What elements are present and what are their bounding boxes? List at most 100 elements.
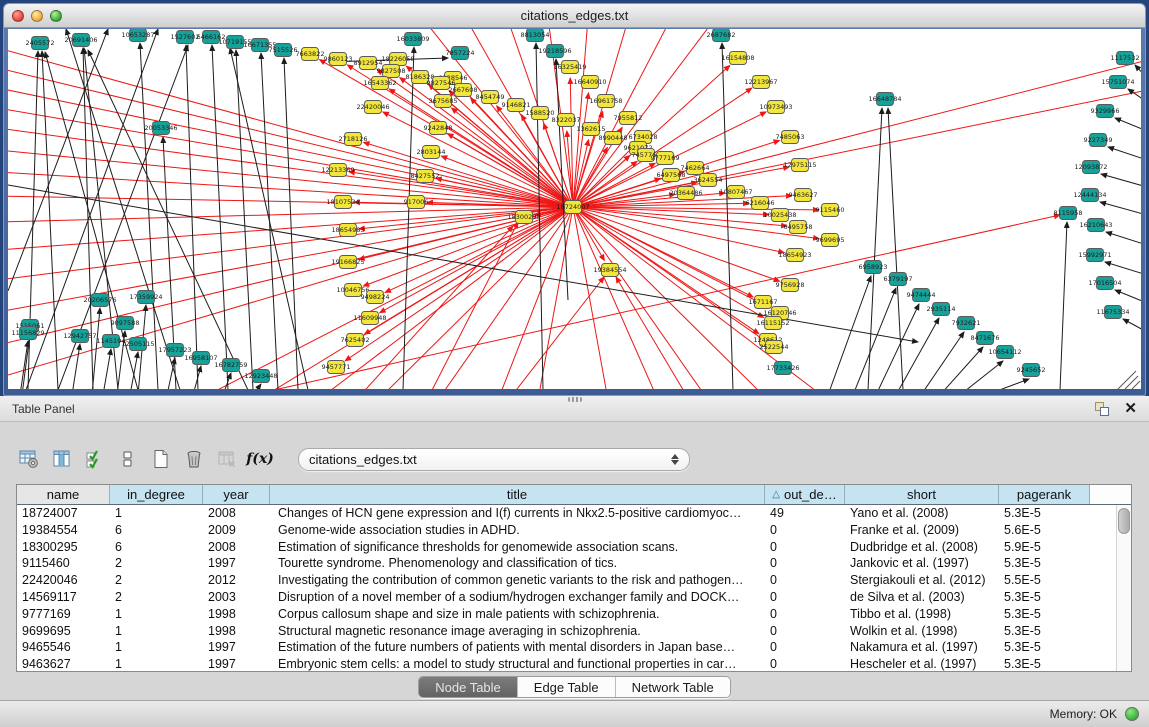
network-node[interactable]: 2803144 bbox=[417, 146, 446, 159]
network-node[interactable]: 9777169 bbox=[651, 152, 680, 165]
resize-corner-icon[interactable] bbox=[1118, 371, 1140, 389]
network-node[interactable]: 6216046 bbox=[746, 197, 775, 210]
network-node[interactable]: 20053346 bbox=[144, 122, 177, 135]
network-node[interactable]: 917006 bbox=[404, 196, 429, 209]
network-node[interactable]: 10807467 bbox=[719, 186, 752, 199]
table-row[interactable]: 1872400712008Changes of HCN gene express… bbox=[17, 505, 1131, 522]
network-node[interactable]: 12093872 bbox=[1074, 161, 1107, 174]
network-canvas[interactable]: 1872400798601238912954182260589827508165… bbox=[8, 29, 1141, 389]
network-node[interactable]: 15751074 bbox=[1101, 76, 1134, 89]
network-node[interactable]: 9860123 bbox=[324, 53, 353, 66]
table-row[interactable]: 946554611997Estimation of the future num… bbox=[17, 639, 1131, 656]
network-view[interactable]: 1872400798601238912954182260589827508165… bbox=[8, 29, 1141, 389]
network-node[interactable]: 17016504 bbox=[1088, 277, 1121, 290]
column-header-name[interactable]: name bbox=[17, 485, 110, 504]
network-node[interactable]: 16210643 bbox=[1079, 219, 1112, 232]
new-table-button[interactable] bbox=[148, 446, 174, 472]
table-row[interactable]: 2242004622012Investigating the contribut… bbox=[17, 572, 1131, 589]
zoom-window-icon[interactable] bbox=[50, 10, 62, 22]
network-node[interactable]: 1117532 bbox=[1111, 52, 1140, 65]
network-node[interactable]: 16154808 bbox=[721, 52, 754, 65]
delete-rows-button[interactable] bbox=[181, 446, 207, 472]
table-row[interactable]: 1830029562008Estimation of significance … bbox=[17, 539, 1131, 556]
network-node[interactable]: 9115460 bbox=[816, 204, 845, 217]
network-node[interactable]: 18654923 bbox=[778, 249, 811, 262]
network-node[interactable]: 2687682 bbox=[707, 29, 736, 42]
network-node[interactable]: 11156829 bbox=[11, 327, 44, 340]
network-node[interactable]: 9756928 bbox=[776, 279, 805, 292]
minimize-window-icon[interactable] bbox=[31, 10, 43, 22]
column-header-out_degree[interactable]: △out_de… bbox=[765, 485, 845, 504]
network-node[interactable]: 15992971 bbox=[1078, 249, 1111, 262]
tab-network-table[interactable]: Network Table bbox=[616, 677, 730, 697]
network-node[interactable]: 19218596 bbox=[538, 45, 571, 58]
network-node[interactable]: 12213369 bbox=[321, 164, 354, 177]
network-node[interactable]: 9242848 bbox=[424, 122, 453, 135]
tab-node-table[interactable]: Node Table bbox=[419, 677, 518, 697]
network-node[interactable]: 9474444 bbox=[907, 289, 936, 302]
column-visibility-button[interactable] bbox=[49, 446, 75, 472]
network-node[interactable]: 12975115 bbox=[783, 159, 816, 172]
network-node[interactable]: 18107534 bbox=[326, 196, 359, 209]
network-node[interactable]: 16115152 bbox=[756, 317, 789, 330]
network-node[interactable]: 9498224 bbox=[361, 291, 390, 304]
close-panel-icon[interactable]: ✕ bbox=[1124, 401, 1137, 417]
network-node[interactable]: 16325419 bbox=[553, 61, 586, 74]
network-node[interactable]: 7932621 bbox=[952, 317, 981, 330]
network-node[interactable]: 12213967 bbox=[744, 76, 777, 89]
network-node[interactable]: 20206576 bbox=[83, 294, 116, 307]
network-node[interactable]: 16958107 bbox=[184, 352, 217, 365]
network-node[interactable]: 8454749 bbox=[476, 91, 505, 104]
function-builder-button[interactable]: f(x) bbox=[247, 446, 273, 472]
network-node[interactable]: 19166825 bbox=[331, 256, 364, 269]
column-header-title[interactable]: title bbox=[270, 485, 765, 504]
network-node[interactable]: 8471676 bbox=[971, 332, 1000, 345]
network-node[interactable]: 8990448 bbox=[599, 132, 628, 145]
network-node[interactable]: 6379197 bbox=[884, 273, 913, 286]
network-node[interactable]: 11675334 bbox=[1096, 306, 1129, 319]
network-node[interactable]: 19384554 bbox=[593, 264, 626, 277]
row-options-button[interactable] bbox=[115, 446, 141, 472]
network-node[interactable]: 16782759 bbox=[214, 359, 247, 372]
network-node[interactable]: 2405572 bbox=[26, 37, 55, 50]
network-node[interactable]: 8115958 bbox=[1054, 207, 1083, 220]
network-node[interactable]: 9227349 bbox=[1084, 134, 1113, 147]
network-node[interactable]: 9699695 bbox=[816, 234, 845, 247]
table-row[interactable]: 977716911998Corpus callosum shape and si… bbox=[17, 606, 1131, 623]
network-node[interactable]: 18226058 bbox=[381, 53, 414, 66]
column-header-short[interactable]: short bbox=[845, 485, 999, 504]
scrollbar-thumb[interactable] bbox=[1118, 508, 1130, 534]
table-row[interactable]: 969969511998Structural magnetic resonanc… bbox=[17, 623, 1131, 640]
network-node[interactable]: 20691406 bbox=[64, 34, 97, 47]
network-node[interactable]: 9097588 bbox=[111, 317, 140, 330]
network-node[interactable]: 8813054 bbox=[521, 29, 550, 42]
table-row[interactable]: 911546021997Tourette syndrome. Phenomeno… bbox=[17, 555, 1131, 572]
column-header-pagerank[interactable]: pagerank bbox=[999, 485, 1090, 504]
network-node[interactable]: 9457771 bbox=[322, 361, 351, 374]
network-node[interactable]: 16961758 bbox=[589, 95, 622, 108]
split-divider-grip[interactable] bbox=[568, 397, 582, 402]
column-header-year[interactable]: year bbox=[203, 485, 270, 504]
table-scrollbar[interactable] bbox=[1116, 505, 1131, 671]
network-node[interactable]: 12923448 bbox=[244, 370, 277, 383]
network-node[interactable]: 7955812 bbox=[614, 112, 643, 125]
network-node[interactable]: 17733426 bbox=[766, 362, 799, 375]
network-node[interactable]: 7625402 bbox=[341, 334, 370, 347]
network-node[interactable]: 11609948 bbox=[353, 312, 386, 325]
float-panel-icon[interactable] bbox=[1094, 401, 1110, 417]
column-header-in_degree[interactable]: in_degree bbox=[110, 485, 203, 504]
network-node[interactable]: 3624554 bbox=[694, 174, 723, 187]
network-node[interactable]: 9329966 bbox=[1091, 105, 1120, 118]
network-node[interactable]: 12444134 bbox=[1073, 189, 1106, 202]
network-node[interactable]: 22420046 bbox=[356, 101, 389, 114]
table-selector[interactable]: citations_edges.txt bbox=[298, 448, 690, 471]
network-node[interactable]: 6495758 bbox=[784, 221, 813, 234]
network-node[interactable]: 17359924 bbox=[129, 291, 162, 304]
network-node[interactable]: 2935114 bbox=[927, 303, 956, 316]
network-node[interactable]: 1588520 bbox=[526, 107, 555, 120]
network-node[interactable]: 1527602 bbox=[171, 31, 200, 44]
network-node[interactable]: 7485063 bbox=[776, 131, 805, 144]
network-node[interactable]: 16640910 bbox=[573, 76, 606, 89]
network-node[interactable]: 9827508 bbox=[377, 65, 406, 78]
table-row[interactable]: 946362711997Embryonic stem cells: a mode… bbox=[17, 656, 1131, 673]
